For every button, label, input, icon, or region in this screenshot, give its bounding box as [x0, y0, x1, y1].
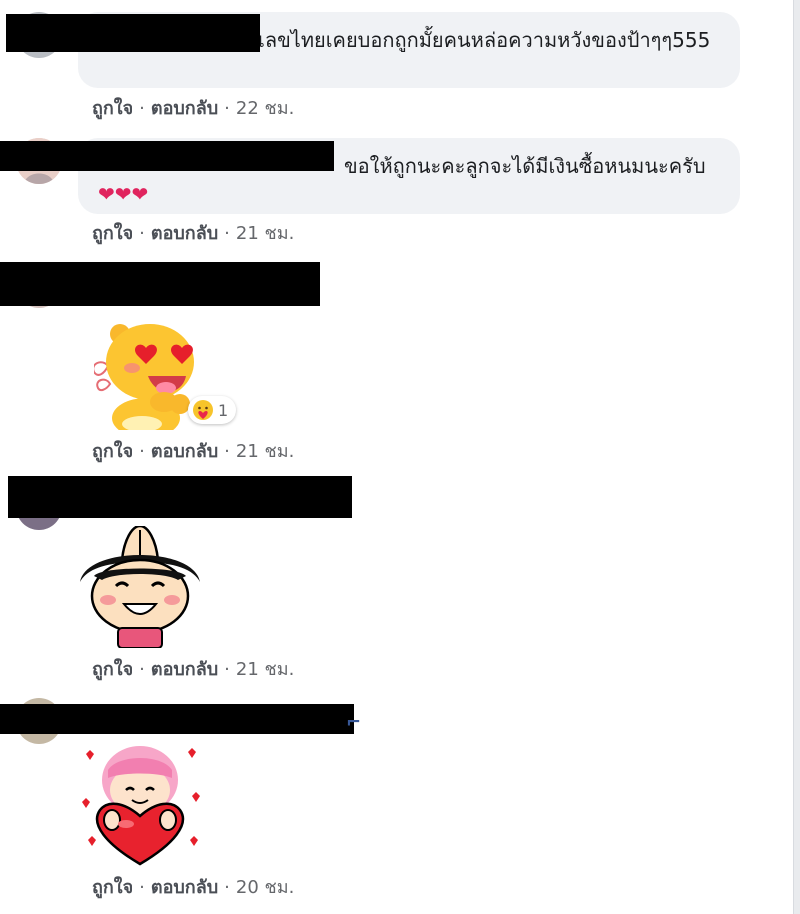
like-button[interactable]: ถูกใจ	[92, 223, 133, 244]
separator-dot: ·	[139, 98, 145, 119]
reply-button[interactable]: ตอบกลับ	[151, 877, 218, 898]
reply-button[interactable]: ตอบกลับ	[151, 223, 218, 244]
comment-thread: เลขไทยเคยบอกถูกมั้ยคนหล่อความหวังของป้าๆ…	[0, 0, 800, 914]
reaction-count: 1	[218, 400, 229, 420]
comment-actions: ถูกใจ · ตอบกลับ · 21 ชม.	[92, 218, 294, 247]
separator-dot: ·	[224, 223, 230, 244]
like-button[interactable]: ถูกใจ	[92, 441, 133, 462]
timestamp[interactable]: 22 ชม.	[236, 98, 294, 119]
redaction-bar	[6, 14, 260, 52]
separator-dot: ·	[224, 98, 230, 119]
girl-praying-hands-sticker	[78, 524, 202, 649]
like-button[interactable]: ถูกใจ	[92, 877, 133, 898]
separator-dot: ·	[224, 877, 230, 898]
yellow-bear-heart-eyes-sticker	[92, 318, 198, 438]
separator-dot: ·	[139, 659, 145, 680]
redaction-bar	[0, 262, 320, 306]
reply-button[interactable]: ตอบกลับ	[151, 659, 218, 680]
redaction-bar	[0, 704, 354, 734]
author-name-fragment: ⌐	[346, 712, 362, 733]
separator-dot: ·	[139, 441, 145, 462]
timestamp[interactable]: 21 ชม.	[236, 441, 294, 462]
reaction-badge[interactable]: 1	[188, 396, 237, 424]
separator-dot: ·	[224, 659, 230, 680]
timestamp[interactable]: 20 ชม.	[236, 877, 294, 898]
heart-emoji: ❤❤❤	[98, 182, 149, 206]
timestamp[interactable]: 21 ชม.	[236, 659, 294, 680]
redaction-bar	[8, 476, 352, 518]
comment-text: ขอให้ถูกนะคะลูกจะได้มีเงินซื้อหนมนะครับ	[344, 154, 706, 178]
care-reaction-icon	[193, 400, 213, 420]
separator-dot: ·	[224, 441, 230, 462]
pink-hair-girl-heart-sticker	[78, 744, 204, 868]
comment-text: เลขไทยเคยบอกถูกมั้ยคนหล่อความหวังของป้าๆ…	[258, 28, 711, 52]
scrollbar[interactable]	[793, 0, 800, 914]
separator-dot: ·	[139, 877, 145, 898]
separator-dot: ·	[139, 223, 145, 244]
redaction-bar	[0, 141, 334, 171]
like-button[interactable]: ถูกใจ	[92, 659, 133, 680]
timestamp[interactable]: 21 ชม.	[236, 223, 294, 244]
reply-button[interactable]: ตอบกลับ	[151, 98, 218, 119]
comment-actions: ถูกใจ · ตอบกลับ · 21 ชม.	[92, 654, 294, 683]
comment-actions: ถูกใจ · ตอบกลับ · 20 ชม.	[92, 872, 294, 901]
like-button[interactable]: ถูกใจ	[92, 98, 133, 119]
comment-actions: ถูกใจ · ตอบกลับ · 21 ชม.	[92, 436, 294, 465]
reply-button[interactable]: ตอบกลับ	[151, 441, 218, 462]
comment-actions: ถูกใจ · ตอบกลับ · 22 ชม.	[92, 93, 294, 122]
